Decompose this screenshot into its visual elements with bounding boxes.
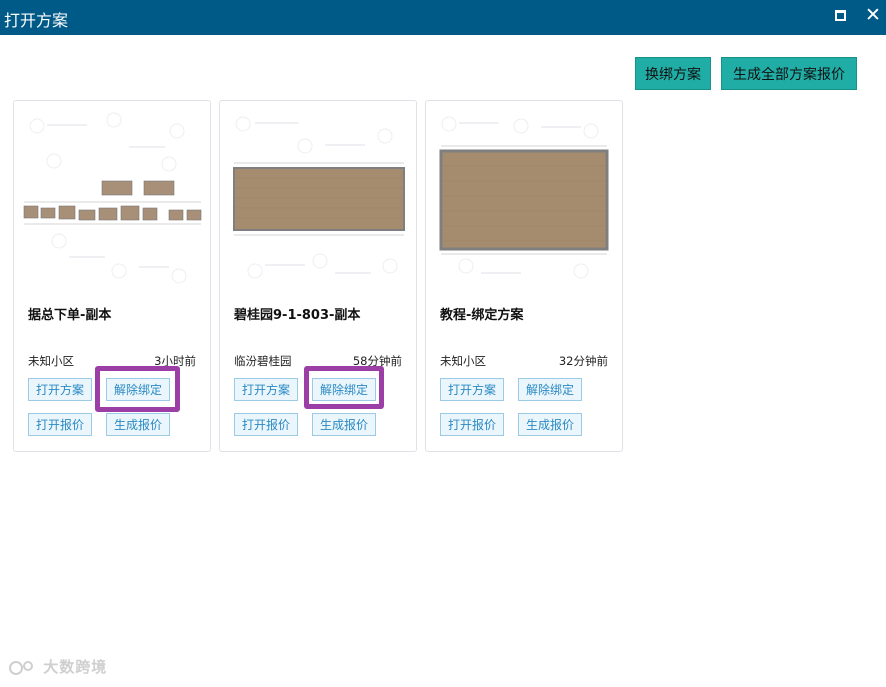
floorplan-image — [233, 116, 405, 279]
unbind-button[interactable]: 解除绑定 — [106, 378, 170, 401]
open-plan-button[interactable]: 打开方案 — [234, 378, 298, 401]
generate-quote-button[interactable]: 生成报价 — [518, 413, 582, 436]
dialog-title: 打开方案 — [4, 11, 69, 30]
plan-card[interactable]: 教程-绑定方案 未知小区 32分钟前 打开方案 解除绑定 打开报价 生成报价 — [425, 100, 623, 452]
community-name: 临汾碧桂园 — [234, 354, 292, 368]
open-plan-button[interactable]: 打开方案 — [28, 378, 92, 401]
plan-card[interactable]: 据总下单-副本 未知小区 3小时前 打开方案 解除绑定 打开报价 生成报价 — [13, 100, 211, 452]
plan-thumbnail[interactable] — [225, 106, 411, 286]
rebind-plan-button[interactable]: 换绑方案 — [635, 57, 711, 90]
community-name: 未知小区 — [440, 354, 486, 368]
close-icon[interactable]: ✕ — [865, 4, 881, 26]
generate-all-quotes-button[interactable]: 生成全部方案报价 — [721, 57, 857, 90]
plan-name: 据总下单-副本 — [28, 308, 112, 323]
unbind-button[interactable]: 解除绑定 — [518, 378, 582, 401]
plan-thumbnail[interactable] — [431, 106, 617, 286]
last-modified-time: 58分钟前 — [352, 354, 402, 368]
footer-watermark: 大数跨境 — [8, 656, 107, 678]
dialog-titlebar: 打开方案 ✕ — [0, 0, 886, 35]
last-modified-time: 3小时前 — [154, 354, 196, 368]
open-quote-button[interactable]: 打开报价 — [28, 413, 92, 436]
unbind-button[interactable]: 解除绑定 — [312, 378, 376, 401]
open-quote-button[interactable]: 打开报价 — [440, 413, 504, 436]
plan-name: 碧桂园9-1-803-副本 — [234, 308, 361, 323]
plan-card[interactable]: 碧桂园9-1-803-副本 临汾碧桂园 58分钟前 打开方案 解除绑定 打开报价… — [219, 100, 417, 452]
kujiale-logo-icon — [8, 658, 43, 676]
maximize-icon[interactable] — [835, 10, 846, 21]
last-modified-time: 32分钟前 — [558, 354, 608, 368]
floorplan-image — [23, 112, 202, 284]
community-name: 未知小区 — [28, 354, 74, 368]
plan-thumbnail[interactable] — [19, 106, 205, 286]
floorplan-image — [439, 116, 609, 279]
generate-quote-button[interactable]: 生成报价 — [106, 413, 170, 436]
open-quote-button[interactable]: 打开报价 — [234, 413, 298, 436]
brand-name: 大数跨境 — [43, 658, 108, 676]
plan-name: 教程-绑定方案 — [440, 308, 524, 323]
generate-quote-button[interactable]: 生成报价 — [312, 413, 376, 436]
open-plan-button[interactable]: 打开方案 — [440, 378, 504, 401]
